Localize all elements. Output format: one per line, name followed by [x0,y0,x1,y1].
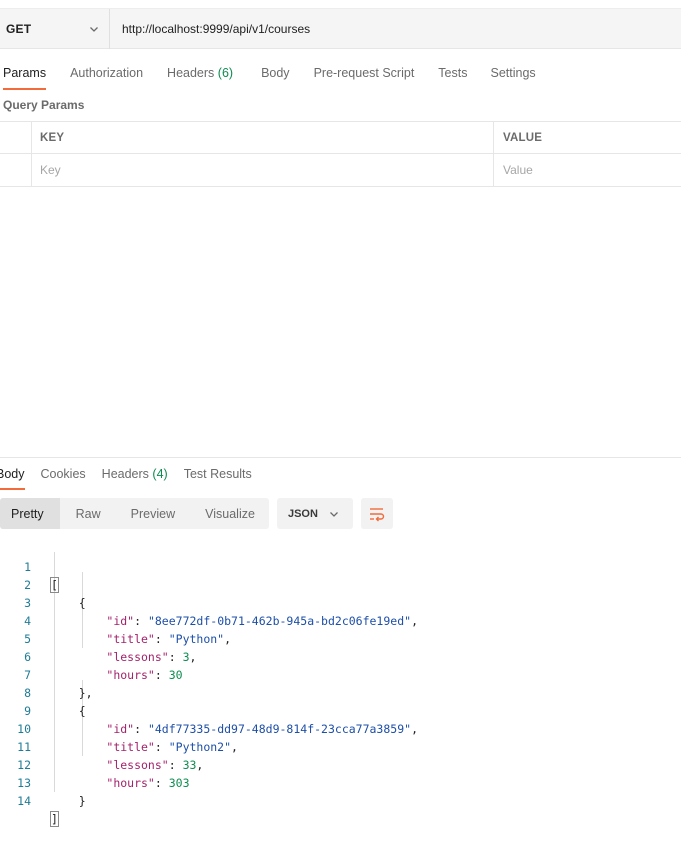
tab-cookies[interactable]: Cookies [41,458,86,490]
tab-label: Cookies [40,467,86,481]
tab-label: Headers [101,467,149,481]
value-input[interactable] [503,163,681,177]
params-check-header [0,122,32,153]
key-input[interactable] [40,163,493,177]
tab-label: Body [0,467,25,481]
tab-label: Params [3,66,47,80]
query-params-title: Query Params [3,98,85,112]
url-input[interactable] [110,8,681,49]
value-cell [494,154,681,186]
tab-label: Body [261,66,290,80]
response-code-viewer: 1 [ 2 { 3 "id": "8ee772df-0b71-462b-945a… [0,540,681,827]
code-line: 4 "title": "Python", [0,594,681,646]
view-preview-button[interactable]: Preview [115,498,189,529]
code-line: 14 ] [0,774,681,827]
view-visualize-button[interactable]: Visualize [189,498,269,529]
wrap-lines-icon [369,507,385,521]
tab-label: Headers [167,66,215,80]
code-line: 6 "hours": 30 [0,630,681,682]
code-line: 10 "title": "Python2", [0,702,681,754]
code-line: 9 "id": "4df77335-dd97-48d9-814f-23cca77… [0,684,681,736]
key-cell [32,154,494,186]
tab-label: Tests [438,66,468,80]
response-tabs: Body Cookies Headers (4) Test Results [0,458,252,490]
tab-label: Authorization [70,66,144,80]
table-row [0,154,681,187]
code-line: 12 "hours": 303 [0,738,681,790]
view-raw-button[interactable]: Raw [60,498,115,529]
chevron-down-icon [90,26,98,32]
headers-count: (6) [217,66,234,80]
tab-body[interactable]: Body [261,56,290,90]
request-tabs: Params Authorization Headers (6) Body Pr… [0,56,681,90]
wrap-lines-button[interactable] [360,498,393,529]
view-mode-switcher: Pretty Raw Preview Visualize [0,498,269,529]
code-line: 13 } [0,756,681,808]
tab-label: Settings [490,66,536,80]
line-number: 14 [17,794,31,808]
view-pretty-button[interactable]: Pretty [0,498,60,529]
code-line: 3 "id": "8ee772df-0b71-462b-945a-bd2c06f… [0,576,681,628]
url-bar: GET [0,8,681,49]
params-header-row: KEY VALUE [0,121,681,154]
params-table: KEY VALUE [0,121,681,187]
tab-response-body[interactable]: Body [0,458,25,490]
code-line: 8 { [0,666,681,718]
method-selector[interactable]: GET [0,8,110,49]
format-dropdown[interactable]: JSON [276,498,353,529]
code-line: 2 { [0,558,681,610]
code-line: 11 "lessons": 33, [0,720,681,772]
tab-pre-request-script[interactable]: Pre-request Script [314,56,415,90]
value-header: VALUE [503,131,543,144]
tab-test-results[interactable]: Test Results [184,458,252,490]
method-label: GET [6,21,32,36]
tab-response-headers[interactable]: Headers (4) [102,458,168,490]
tab-label: Pre-request Script [313,66,415,80]
tab-authorization[interactable]: Authorization [70,56,143,90]
key-header: KEY [32,122,494,153]
tab-settings[interactable]: Settings [490,56,535,90]
chevron-down-icon [329,511,338,517]
response-headers-count: (4) [152,467,168,481]
tab-params[interactable]: Params [3,56,47,90]
line-content: } [78,794,86,808]
code-line: 7 }, [0,648,681,700]
response-view-toolbar: Pretty Raw Preview Visualize JSON [0,498,393,529]
tab-label: Test Results [183,467,252,481]
code-line: 1 [ [0,540,681,593]
row-checkbox-cell[interactable] [0,154,32,186]
tab-tests[interactable]: Tests [438,56,467,90]
tab-headers[interactable]: Headers (6) [167,56,233,90]
format-label: JSON [287,507,318,520]
code-line: 5 "lessons": 3, [0,612,681,664]
